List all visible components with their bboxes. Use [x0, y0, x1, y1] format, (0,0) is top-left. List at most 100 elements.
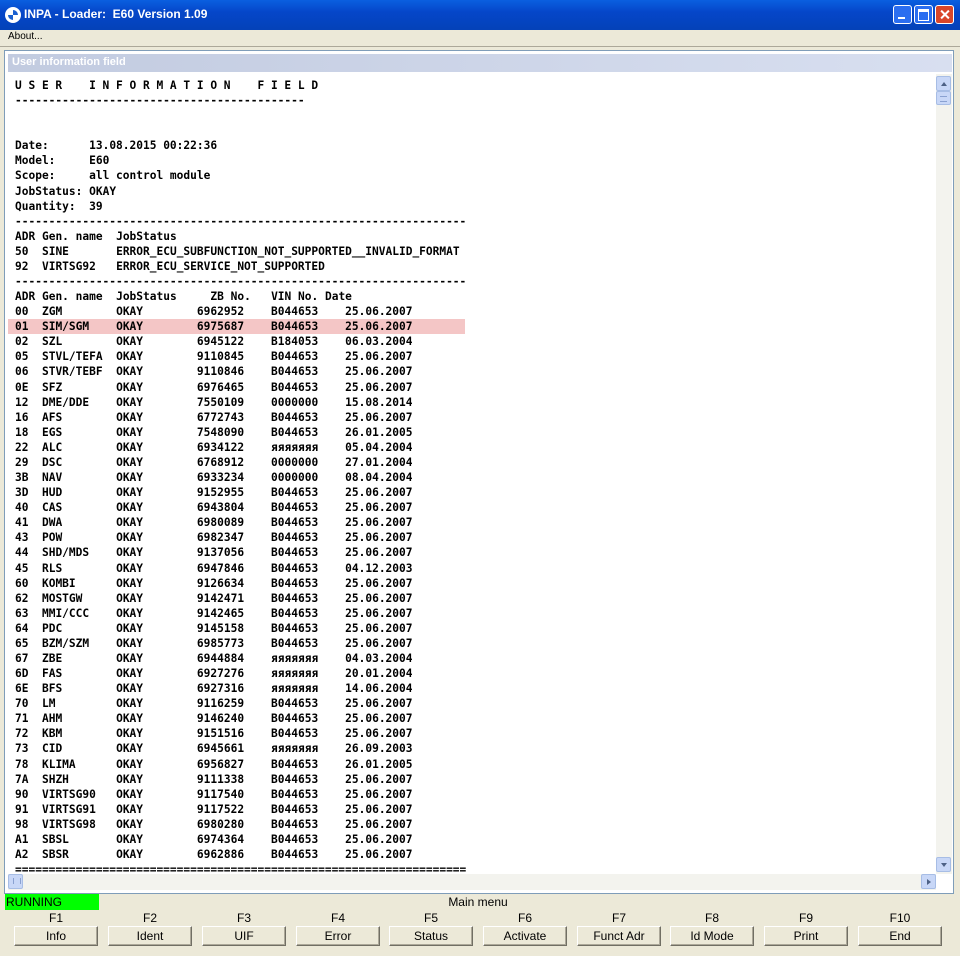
table-cell: 3B: [15, 471, 29, 485]
column-header: ADR: [15, 229, 36, 243]
table-cell: 9110845: [196, 350, 245, 364]
table-cell: 9142465: [196, 606, 245, 620]
error-row: 92 VIRTSG92 ERROR_ECU_SERVICE_NOT_SUPPOR…: [15, 260, 325, 273]
table-cell: 16: [15, 410, 29, 424]
print-button[interactable]: Print: [764, 926, 848, 946]
table-cell: SZL: [41, 335, 63, 349]
table-cell: DME/DDE: [41, 395, 90, 409]
table-cell: OKAY: [116, 486, 144, 500]
status-button[interactable]: Status: [389, 926, 473, 946]
table-cell: KOMBI: [41, 576, 76, 590]
heading-underline: ----------------------------------------…: [15, 94, 305, 108]
table-cell: яяяяяяя: [271, 651, 319, 665]
table-cell: 9151516: [196, 727, 245, 741]
table-cell: CID: [41, 742, 63, 756]
table-cell: OKAY: [116, 350, 144, 364]
table-cell: 25.06.2007: [345, 772, 413, 786]
table-cell: OKAY: [116, 802, 144, 816]
table-cell: 6945122: [196, 335, 245, 349]
info-button[interactable]: Info: [14, 926, 98, 946]
table-cell: B044653: [271, 697, 319, 711]
scroll-up-icon[interactable]: [936, 76, 951, 91]
column-header: JobStatus: [116, 290, 177, 304]
menu-item-about[interactable]: About...: [8, 31, 42, 42]
error-table: ADR Gen. name JobStatus 50 SINE ERROR_EC…: [15, 230, 460, 273]
table-end-rule: ========================================…: [15, 863, 467, 874]
table-cell: 29: [15, 455, 29, 469]
fkey-label: F9: [798, 911, 813, 925]
panel-title: User information field: [12, 56, 126, 68]
table-cell: STVL/TEFA: [41, 350, 103, 364]
scroll-thumb[interactable]: [936, 91, 951, 105]
table-cell: 6943804: [196, 501, 245, 515]
uif-button[interactable]: UIF: [202, 926, 286, 946]
scroll-down-icon[interactable]: [936, 857, 951, 872]
table-cell: OKAY: [116, 531, 144, 545]
table-row: 78 KLIMA OKAY 6956827 B044653 26.01.2005: [15, 758, 413, 771]
table-cell: 9142471: [196, 591, 245, 605]
table-cell: 0000000: [271, 471, 319, 485]
table-row: 12 DME/DDE OKAY 7550109 0000000 15.08.20…: [15, 396, 413, 409]
table-cell: 25.06.2007: [345, 320, 413, 334]
table-cell: 6962952: [196, 305, 245, 319]
maximize-icon[interactable]: [914, 5, 933, 24]
table-cell: B044653: [271, 305, 319, 319]
table-cell: 6962886: [196, 847, 245, 861]
column-header: ZB No.: [210, 290, 251, 304]
table-cell: B044653: [271, 576, 319, 590]
table-cell: 25.06.2007: [345, 697, 413, 711]
funct-adr-button[interactable]: Funct Adr: [577, 926, 661, 946]
table-cell: OKAY: [116, 516, 144, 530]
jobstatus-label: JobStatus:: [15, 184, 83, 198]
table-cell: OKAY: [116, 832, 144, 846]
table-cell: SHD/MDS: [41, 546, 90, 560]
table-cell: ZBE: [41, 651, 63, 665]
scroll-thumb-horizontal[interactable]: [8, 874, 23, 889]
title-bar: INPA - Loader: E60 Version 1.09: [0, 0, 960, 30]
table-cell: 20.01.2004: [345, 667, 413, 681]
table-cell: 6956827: [196, 757, 245, 771]
table-cell: OKAY: [116, 440, 144, 454]
model-label: Model:: [15, 154, 56, 168]
table-row: 67 ZBE OKAY 6944884 яяяяяяя 04.03.2004: [15, 652, 413, 665]
date-label: Date:: [15, 139, 49, 153]
horizontal-scrollbar[interactable]: [8, 874, 936, 890]
table-cell: 25.06.2007: [345, 847, 413, 861]
divider: ----------------------------------------…: [15, 275, 467, 289]
table-row: 06 STVR/TEBF OKAY 9110846 B044653 25.06.…: [15, 365, 413, 378]
table-cell: 25.06.2007: [345, 621, 413, 635]
table-cell: ERROR_ECU_SUBFUNCTION_NOT_SUPPORTED__INV…: [116, 244, 460, 258]
table-cell: OKAY: [116, 591, 144, 605]
id-mode-button[interactable]: Id Mode: [670, 926, 754, 946]
table-cell: 9117540: [196, 787, 245, 801]
table-cell: 45: [15, 561, 29, 575]
table-cell: B044653: [271, 546, 319, 560]
vertical-scrollbar[interactable]: [936, 74, 952, 874]
table-cell: 25.06.2007: [345, 606, 413, 620]
table-cell: OKAY: [116, 697, 144, 711]
table-cell: OKAY: [116, 757, 144, 771]
scroll-right-icon[interactable]: [921, 874, 936, 889]
table-cell: 6974364: [196, 832, 245, 846]
table-row: 63 MMI/CCC OKAY 9142465 B044653 25.06.20…: [15, 607, 413, 620]
table-row: 29 DSC OKAY 6768912 0000000 27.01.2004: [15, 456, 413, 469]
end-button[interactable]: End: [858, 926, 942, 946]
divider: ----------------------------------------…: [15, 214, 467, 228]
table-cell: 71: [15, 712, 29, 726]
table-cell: HUD: [41, 486, 63, 500]
table-cell: 6768912: [196, 455, 245, 469]
ident-button[interactable]: Ident: [108, 926, 192, 946]
table-row: A2 SBSR OKAY 6962886 B044653 25.06.2007: [15, 848, 413, 861]
close-icon[interactable]: [935, 5, 954, 24]
table-cell: 9137056: [196, 546, 245, 560]
fkey-label: F1: [48, 911, 63, 925]
table-cell: 05.04.2004: [345, 440, 413, 454]
activate-button[interactable]: Activate: [483, 926, 567, 946]
table-cell: OKAY: [116, 787, 144, 801]
table-cell: B044653: [271, 757, 319, 771]
table-cell: OKAY: [116, 727, 144, 741]
table-cell: OKAY: [116, 425, 144, 439]
fkey-label: F8: [704, 911, 719, 925]
minimize-icon[interactable]: [893, 5, 912, 24]
error-button[interactable]: Error: [296, 926, 380, 946]
